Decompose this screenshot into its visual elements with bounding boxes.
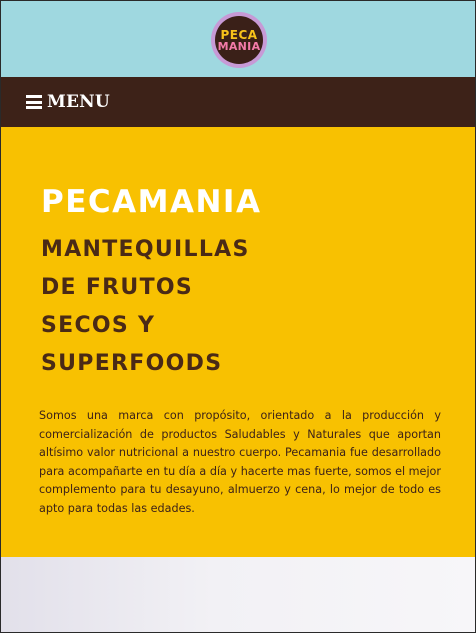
hero-section: PECAMANIA MANTEQUILLAS DE FRUTOS SECOS Y… [1, 127, 475, 557]
logo-text-line1: PECA [220, 27, 258, 42]
nav-bar: MENU [1, 77, 475, 127]
menu-button[interactable]: MENU [26, 92, 110, 112]
next-section-preview [1, 557, 475, 632]
hero-subtitle: MANTEQUILLAS DE FRUTOS SECOS Y SUPERFOOD… [41, 231, 250, 383]
header-band: PECA MANIA [1, 1, 475, 77]
hero-title: PECAMANIA [41, 184, 262, 220]
page: PECA MANIA MENU PECAMANIA MANTEQUILLAS D… [0, 0, 476, 633]
logo-text-line2: MANIA [217, 39, 261, 53]
hero-subtitle-line: SUPERFOODS [41, 351, 223, 376]
hero-subtitle-line: MANTEQUILLAS [41, 237, 250, 262]
pecamania-logo[interactable]: PECA MANIA [211, 12, 267, 68]
logo-badge: PECA MANIA [215, 16, 263, 64]
hero-description: Somos una marca con propósito, orientado… [39, 409, 441, 515]
hero-subtitle-line: SECOS Y [41, 313, 156, 338]
menu-label: MENU [47, 92, 110, 112]
hero-subtitle-line: DE FRUTOS [41, 275, 194, 300]
hamburger-icon [26, 95, 42, 109]
